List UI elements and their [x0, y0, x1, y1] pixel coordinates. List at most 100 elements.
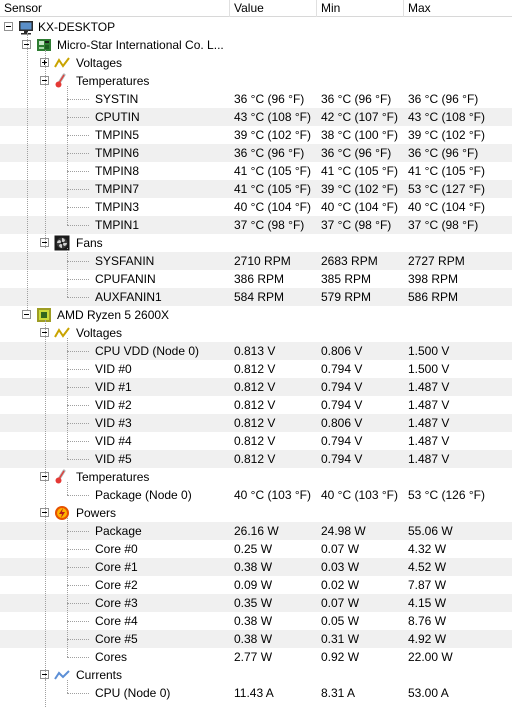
tree-connector: [67, 279, 89, 280]
sensor-max: 53.00 A: [408, 686, 449, 700]
sensor-value: 0.812 V: [234, 362, 276, 376]
sensor-value: 36 °C (96 °F): [234, 146, 305, 160]
sensor-name: VID #3: [95, 416, 132, 430]
tree-connector: [67, 171, 89, 172]
sensor-min: 0.05 W: [321, 614, 360, 628]
sensor-name: Core #2: [95, 578, 138, 592]
sensor-name: VID #1: [95, 380, 132, 394]
tree-node-cpu[interactable]: AMD Ryzen 5 2600X: [0, 306, 512, 324]
sensor-name: Core #1: [95, 560, 138, 574]
sensor-min: 0.92 W: [321, 650, 360, 664]
sensor-min: 2683 RPM: [321, 254, 378, 268]
sensor-min: 0.794 V: [321, 452, 363, 466]
sensor-name: VID #4: [95, 434, 132, 448]
sensor-value: 0.38 W: [234, 614, 273, 628]
sensor-max: 4.92 W: [408, 632, 447, 646]
sensor-value: 39 °C (102 °F): [234, 128, 311, 142]
sensor-value: 0.38 W: [234, 632, 273, 646]
tree-connector: [67, 405, 89, 406]
sensor-value: 40 °C (103 °F): [234, 488, 311, 502]
sensor-name: KX-DESKTOP: [38, 20, 116, 34]
sensor-min: 37 °C (98 °F): [321, 218, 392, 232]
sensor-value: 2710 RPM: [234, 254, 291, 268]
tree-node-cpu-voltages[interactable]: Voltages: [0, 324, 512, 342]
sensor-min: 36 °C (96 °F): [321, 92, 392, 106]
sensor-min: 0.794 V: [321, 380, 363, 394]
sensor-tree[interactable]: KX-DESKTOP Micro-Star International Co. L…: [0, 18, 512, 707]
sensor-name: TMPIN7: [95, 182, 140, 196]
sensor-value: 0.35 W: [234, 596, 273, 610]
tree-node-computer[interactable]: KX-DESKTOP: [0, 18, 512, 36]
tree-node-cpu-powers[interactable]: Powers: [0, 504, 512, 522]
sensor-name: CPU VDD (Node 0): [95, 344, 200, 358]
sensor-max: 41 °C (105 °F): [408, 164, 485, 178]
tree-connector: [67, 482, 68, 495]
sensor-name: Core #3: [95, 596, 138, 610]
sensor-name: TMPIN6: [95, 146, 140, 160]
sensor-max: 55.06 W: [408, 524, 453, 538]
sensor-value: 41 °C (105 °F): [234, 164, 311, 178]
sensor-name: SYSTIN: [95, 92, 139, 106]
tree-node-board-voltages[interactable]: Voltages: [0, 54, 512, 72]
tree-connector: [67, 657, 89, 658]
tree-connector: [67, 189, 89, 190]
sensor-name: CPU (Node 0): [95, 686, 171, 700]
column-value[interactable]: Value: [230, 0, 317, 17]
tree-node-board-temperatures[interactable]: Temperatures: [0, 72, 512, 90]
sensor-value: 2.77 W: [234, 650, 273, 664]
sensor-name: AMD Ryzen 5 2600X: [57, 308, 170, 322]
sensor-min: 579 RPM: [321, 290, 372, 304]
sensor-name: TMPIN5: [95, 128, 140, 142]
sensor-max: 40 °C (104 °F): [408, 200, 485, 214]
sensor-name: CPUTIN: [95, 110, 140, 124]
tree-connector: [67, 261, 89, 262]
tree-connector: [67, 459, 89, 460]
column-max[interactable]: Max: [404, 0, 512, 17]
sensor-max: 36 °C (96 °F): [408, 146, 479, 160]
sensor-name: Package: [95, 524, 142, 538]
tree-connector: [67, 639, 89, 640]
sensor-name: VID #2: [95, 398, 132, 412]
tree-connector: [67, 387, 89, 388]
tree-connector: [45, 50, 46, 248]
sensor-min: 0.806 V: [321, 344, 363, 358]
sensor-min: 0.794 V: [321, 362, 363, 376]
tree-connector: [67, 585, 89, 586]
sensor-name: Powers: [76, 506, 117, 520]
collapse-toggle[interactable]: [22, 310, 31, 319]
tree-node-cpu-currents[interactable]: Currents: [0, 666, 512, 684]
sensor-name: Voltages: [76, 326, 123, 340]
sensor-name: AUXFANIN1: [95, 290, 162, 304]
computer-icon: [18, 19, 34, 35]
sensor-max: 1.487 V: [408, 434, 450, 448]
sensor-name: Core #5: [95, 632, 138, 646]
tree-connector: [67, 495, 89, 496]
sensor-value: 0.812 V: [234, 416, 276, 430]
sensor-max: 398 RPM: [408, 272, 459, 286]
sensor-min: 24.98 W: [321, 524, 366, 538]
tree-connector: [67, 621, 89, 622]
collapse-toggle[interactable]: [4, 22, 13, 31]
tree-connector: [67, 441, 89, 442]
sensor-name: Package (Node 0): [95, 488, 192, 502]
tree-node-board-fans[interactable]: Fans: [0, 234, 512, 252]
sensor-max: 4.15 W: [408, 596, 447, 610]
tree-connector: [67, 369, 89, 370]
tree-node-cpu-temperatures[interactable]: Temperatures: [0, 468, 512, 486]
sensor-value: 11.43 A: [234, 686, 274, 700]
sensor-max: 1.487 V: [408, 380, 450, 394]
tree-connector: [27, 32, 28, 310]
sensor-value: 0.813 V: [234, 344, 276, 358]
sensor-name: Currents: [76, 668, 123, 682]
column-min[interactable]: Min: [317, 0, 404, 17]
sensor-max: 1.487 V: [408, 416, 450, 430]
sensor-value: 584 RPM: [234, 290, 285, 304]
tree-node-motherboard[interactable]: Micro-Star International Co. L...: [0, 36, 512, 54]
tree-connector: [67, 693, 89, 694]
sensor-max: 37 °C (98 °F): [408, 218, 479, 232]
sensor-min: 41 °C (105 °F): [321, 164, 398, 178]
sensor-max: 53 °C (126 °F): [408, 488, 485, 502]
column-sensor[interactable]: Sensor: [0, 0, 230, 17]
sensor-name: Temperatures: [76, 74, 150, 88]
tree-connector: [67, 531, 89, 532]
